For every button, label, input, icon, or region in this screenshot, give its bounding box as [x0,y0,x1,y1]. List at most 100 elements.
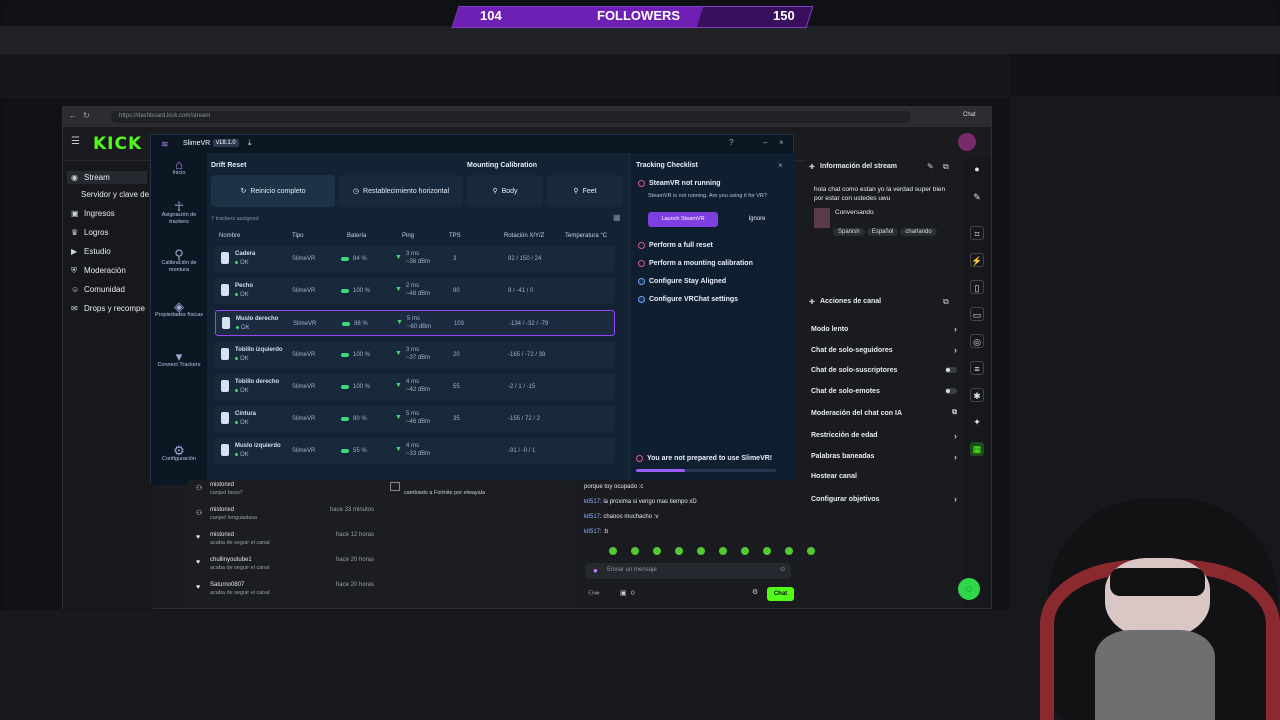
back-icon[interactable]: ← [69,111,77,120]
lightning-icon[interactable]: ⚡ [970,253,984,267]
chat-message: kit517: la proxima si vengo mas tiempo x… [584,499,697,505]
channel-action-item[interactable]: Configurar objetivos › [811,494,957,504]
close-icon[interactable]: × [779,138,784,147]
pencil-icon[interactable]: ✎ [970,190,984,204]
emote-icon[interactable] [697,547,705,555]
channel-action-item[interactable]: Chat de solo-suscriptores [811,367,957,374]
sidebar-item-estudio[interactable]: ▶ Estudio [71,247,111,256]
send-chat-button[interactable]: Chat [767,587,794,601]
kick-logo[interactable]: KICK [93,134,142,154]
stream-title-text: hola chat como estan yo la verdad super … [814,186,946,202]
popout-icon[interactable]: ⧉ [943,297,949,307]
sidebar-item-asignacion[interactable]: ☥ Asignación de trackers [153,200,205,226]
browser-toolbar: ← ↻ https://dashboard.kick.com/stream Ch… [63,107,991,127]
channel-action-item[interactable]: Restricción de edad › [811,431,957,441]
emote-icon[interactable] [675,547,683,555]
sidebar-item-ingresos[interactable]: ▣ Ingresos [71,209,115,218]
sidebar-item-calibracion[interactable]: ⚲ Calibración de montura [153,248,205,274]
chat-input[interactable]: Enviar un mensaje [585,563,791,579]
emoji-icon[interactable]: ☺ [779,566,786,573]
feet-calibration-button[interactable]: ⚲ Feet [547,175,623,207]
broadcast-icon[interactable]: ◎ [970,334,984,348]
full-reset-button[interactable]: ↻ Reinicio completo [211,175,335,207]
sidebar-item-drops[interactable]: ✉ Drops y recompe [71,304,145,313]
channel-action-item[interactable]: Palabras baneadas › [811,452,957,462]
checklist-step-mounting[interactable]: Perform a mounting calibration [638,260,753,267]
checklist-step-stay-aligned[interactable]: Configure Stay Aligned [638,278,726,285]
phone-icon[interactable]: ▯ [970,280,984,294]
body-calibration-button[interactable]: ⚲ Body [467,175,543,207]
launch-steamvr-button[interactable]: Launch SteamVR [648,212,718,227]
tracker-row[interactable]: Pecho OK SlimeVR 100 % ▼ 2 ms ~48 dBm 80 9 / -41… [215,278,615,304]
message-icon[interactable]: ▭ [970,307,984,321]
list-icon[interactable]: ≡ [970,361,984,375]
channel-action-item[interactable]: Modo lento › [811,324,957,334]
emote-icon[interactable] [653,547,661,555]
puzzle-icon[interactable]: ✦ [970,415,984,429]
emote-icon[interactable] [741,547,749,555]
toggle-switch[interactable] [945,367,957,374]
checklist-close-icon[interactable]: × [778,161,783,170]
warning-dot-icon [636,455,643,462]
status-dot-icon [235,293,238,296]
emote-icon[interactable] [719,547,727,555]
avatar[interactable] [958,133,976,151]
ignore-button[interactable]: Ignore [732,212,782,227]
sidebar-item-logros[interactable]: ♛ Logros [71,228,108,237]
sidebar-item-server[interactable]: Servidor y clave de [81,190,149,199]
warning-dot-icon [638,242,645,249]
sidebar-item-propiedades[interactable]: ◈ Propiedades físicas [153,300,205,319]
checklist-step-vrchat[interactable]: Configure VRChat settings [638,296,738,303]
reload-icon[interactable]: ↻ [83,111,90,120]
tracker-body-icon [221,252,229,264]
tracker-row[interactable]: Tobillo izquierdo OK SlimeVR 100 % ▼ 3 ms ~37 … [215,342,615,368]
battery-icon [341,449,349,453]
mounting-calibration-title: Mounting Calibration [467,162,537,169]
points-icon[interactable]: ⚇∞ [588,589,599,597]
channel-action-item[interactable]: Chat de solo-emotes [811,388,957,395]
tracker-row[interactable]: Muslo izquierdo OK SlimeVR 55 % ▼ 4 ms ~33 dBm… [215,438,615,464]
sidebar-item-moderacion[interactable]: ⛨ Moderación [71,266,126,275]
assistant-fab-icon[interactable]: ◌ [958,578,980,600]
channel-action-item[interactable]: Chat de solo-seguidores › [811,345,957,355]
chest-icon[interactable]: ▣ [620,589,627,597]
mic-icon[interactable]: ● [593,566,598,575]
tracker-row[interactable]: Cintura OK SlimeVR 80 % ▼ 5 ms ~46 dBm 35 -155 /… [215,406,615,432]
emote-icon[interactable] [785,547,793,555]
channel-action-item[interactable]: Moderación del chat con IA ⧉ [811,409,957,417]
tracker-body-icon [221,348,229,360]
toggle-switch[interactable] [945,388,957,395]
sidebar-item-inicio[interactable]: ⌂ Inicio [153,158,205,177]
chat-extension[interactable]: Chat [963,112,976,118]
emote-icon[interactable] [609,547,617,555]
wrench-icon[interactable]: ✱ [970,388,984,402]
url-bar[interactable]: https://dashboard.kick.com/stream [111,111,911,123]
checklist-step-reset[interactable]: Perform a full reset [638,242,713,249]
sidebar-item-connect[interactable]: ▾ Connect Trackers [153,350,205,369]
info-icon[interactable]: ● [970,162,984,176]
sidebar-item-stream[interactable]: ◉ Stream [67,171,147,184]
channel-action-item[interactable]: Hostear canal [811,473,957,480]
slimevr-sidebar: ⌂ Inicio ☥ Asignación de trackers ⚲ Calibra… [151,153,207,485]
help-icon[interactable]: ? [729,138,733,147]
edit-icon[interactable]: ✎ [927,162,934,171]
horizontal-reset-button[interactable]: ◷ Restablecimiento horizontal [339,175,463,207]
layout-icon[interactable]: ▦ [970,442,984,456]
grid-view-icon[interactable]: ▦ [613,213,621,222]
category-thumbnail [814,208,830,228]
sidebar-item-configuracion[interactable]: ⚙ Configuración [153,444,205,463]
frame-icon[interactable]: ⌗ [970,226,984,240]
followers-goal: 150 [773,8,795,23]
download-icon[interactable]: ⤓ [248,138,252,148]
popout-icon[interactable]: ⧉ [943,162,949,172]
emote-icon[interactable] [807,547,815,555]
settings-icon[interactable]: ⚙ [752,588,758,596]
menu-icon[interactable]: ☰ [71,136,80,147]
emote-icon[interactable] [631,547,639,555]
tracker-row[interactable]: Muslo derecho OK SlimeVR 88 % ▼ 5 ms ~60 dBm 10… [215,310,615,336]
tracker-row[interactable]: Tobillo derecho OK SlimeVR 100 % ▼ 4 ms ~42 dB… [215,374,615,400]
sidebar-item-comunidad[interactable]: ☺ Comunidad [71,285,125,294]
minimize-icon[interactable]: – [763,138,767,147]
emote-icon[interactable] [763,547,771,555]
tracker-row[interactable]: Cadera OK SlimeVR 84 % ▼ 3 ms ~36 dBm 3 82 / 150… [215,246,615,272]
